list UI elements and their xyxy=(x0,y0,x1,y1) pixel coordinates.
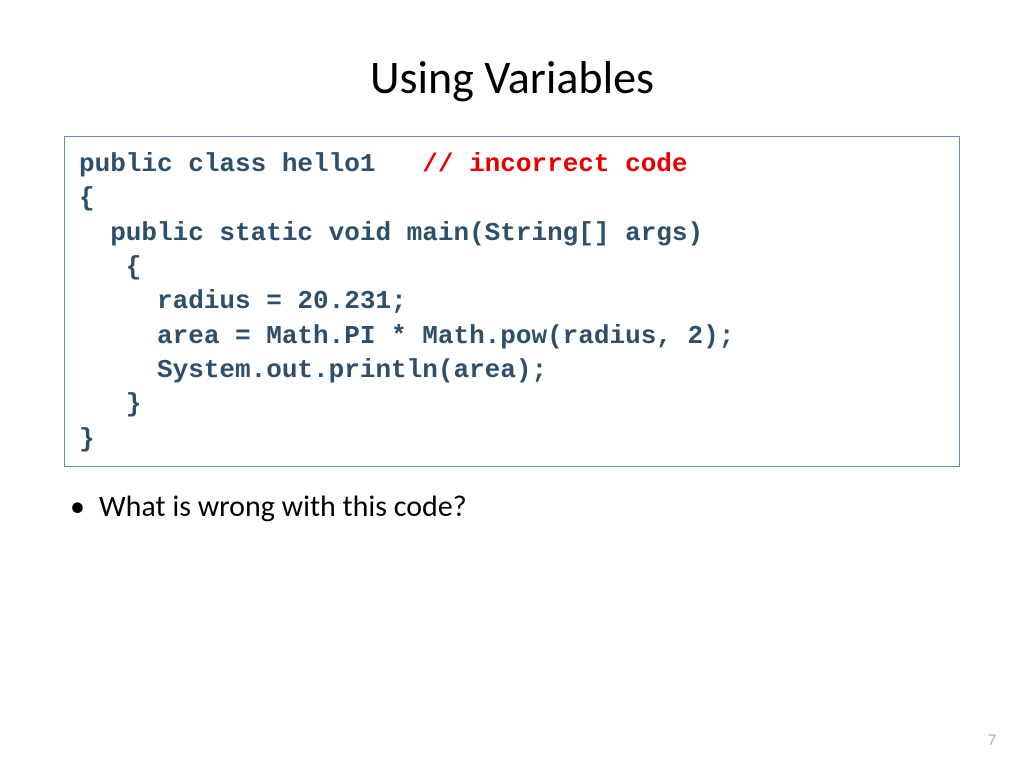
code-line-6: area = Math.PI * Math.pow(radius, 2); xyxy=(79,319,945,353)
code-line-4: { xyxy=(79,250,945,284)
code-segment: public class hello1 xyxy=(79,149,422,179)
page-number: 7 xyxy=(988,731,996,750)
slide-title: Using Variables xyxy=(40,50,984,106)
code-block: public class hello1 // incorrect code{ p… xyxy=(64,136,960,467)
bullet-text: What is wrong with this code? xyxy=(99,489,467,525)
code-comment: // incorrect code xyxy=(422,149,687,179)
code-line-9: } xyxy=(79,422,945,456)
bullet-marker: • xyxy=(70,489,85,525)
slide: Using Variables public class hello1 // i… xyxy=(0,0,1024,768)
code-line-3: public static void main(String[] args) xyxy=(79,216,945,250)
code-line-1: public class hello1 // incorrect code xyxy=(79,147,945,181)
code-line-5: radius = 20.231; xyxy=(79,284,945,318)
code-line-2: { xyxy=(79,181,945,215)
bullet-item: • What is wrong with this code? xyxy=(64,489,984,525)
code-line-7: System.out.println(area); xyxy=(79,353,945,387)
code-line-8: } xyxy=(79,387,945,421)
